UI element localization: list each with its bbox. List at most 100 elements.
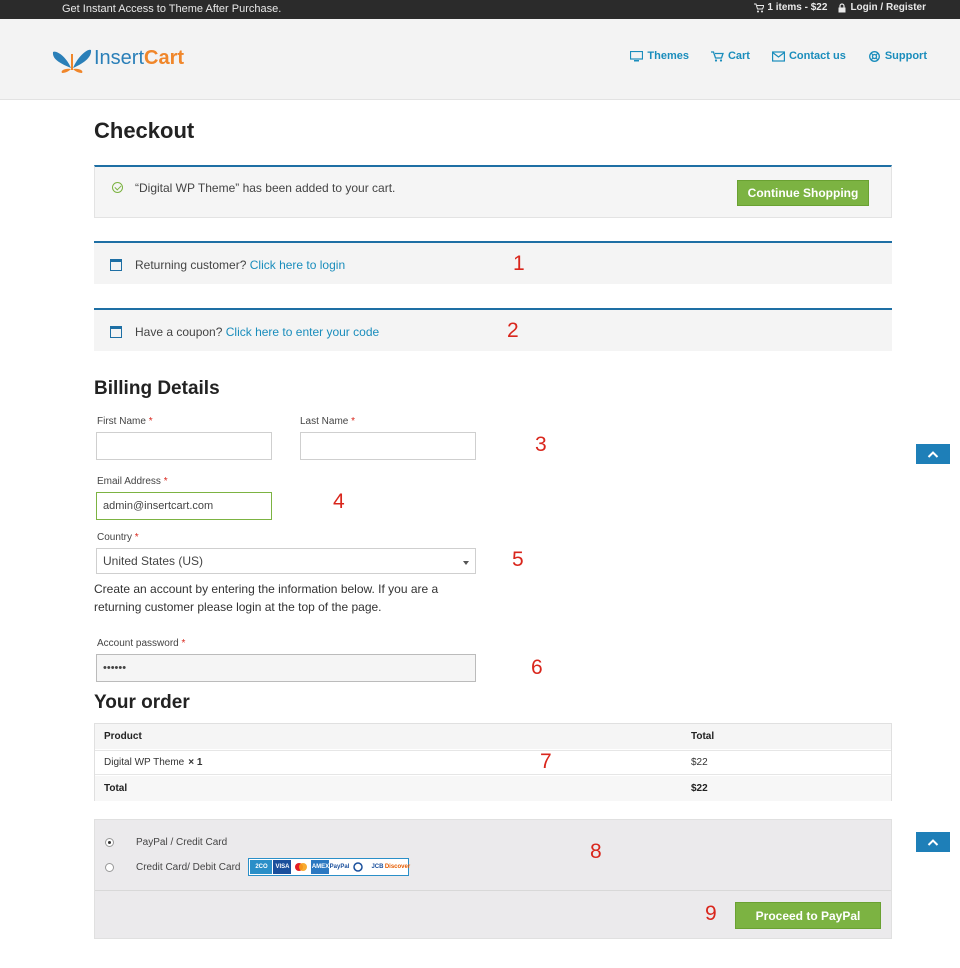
annotation-number: 9 bbox=[705, 902, 717, 925]
logo-text-cart: Cart bbox=[144, 46, 185, 69]
order-item-total: $22 bbox=[691, 757, 708, 768]
order-total-value: $22 bbox=[691, 783, 708, 794]
promo-text: Get Instant Access to Theme After Purcha… bbox=[62, 3, 282, 15]
chevron-up-icon bbox=[927, 839, 939, 846]
login-link[interactable]: Click here to login bbox=[250, 258, 345, 272]
country-select[interactable]: United States (US) bbox=[96, 548, 476, 574]
nav-item-support[interactable]: Support bbox=[868, 50, 927, 62]
login-register-label: Login / Register bbox=[850, 2, 926, 13]
site-logo[interactable]: InsertCart bbox=[52, 42, 184, 74]
order-item-qty: × 1 bbox=[188, 757, 203, 768]
nav-item-themes[interactable]: Themes bbox=[630, 50, 689, 62]
annotation-number: 3 bbox=[535, 433, 547, 456]
nav-label: Themes bbox=[647, 50, 689, 62]
create-account-help: Create an account by entering the inform… bbox=[94, 582, 439, 614]
proceed-to-paypal-button[interactable]: Proceed to PayPal bbox=[735, 902, 881, 929]
required-mark: * bbox=[181, 638, 186, 649]
top-bar-right: 1 items - $22 Login / Register bbox=[754, 2, 926, 13]
required-mark: * bbox=[134, 532, 139, 543]
jcb-logo-icon: JCB bbox=[368, 860, 387, 874]
nav-label: Contact us bbox=[788, 50, 846, 62]
annotation-number: 8 bbox=[590, 840, 602, 863]
mini-cart-link[interactable]: 1 items - $22 bbox=[754, 2, 827, 13]
country-label: Country * bbox=[97, 532, 139, 543]
lock-icon bbox=[838, 2, 846, 12]
password-label: Account password * bbox=[97, 638, 185, 649]
scroll-to-top-button[interactable] bbox=[916, 444, 950, 464]
lifebuoy-icon bbox=[868, 50, 880, 62]
order-total-row: Total $22 bbox=[95, 776, 891, 801]
first-name-input[interactable] bbox=[96, 432, 272, 460]
monitor-icon bbox=[630, 50, 644, 61]
cart-icon bbox=[754, 3, 765, 12]
password-label-text: Account password bbox=[97, 638, 179, 649]
paypal-logo-icon: PayPal bbox=[330, 860, 349, 874]
logo-text-insert: Insert bbox=[94, 46, 145, 69]
cart-added-notice: “Digital WP Theme” has been added to you… bbox=[94, 165, 892, 218]
visa-logo-icon: VISA bbox=[273, 860, 292, 874]
scroll-to-top-button[interactable] bbox=[916, 832, 950, 852]
last-name-label-text: Last Name bbox=[300, 416, 349, 427]
first-name-label: First Name * bbox=[97, 416, 153, 427]
first-name-label-text: First Name bbox=[97, 416, 146, 427]
calendar-icon bbox=[110, 259, 122, 271]
top-bar: Get Instant Access to Theme After Purcha… bbox=[0, 0, 960, 19]
order-table-header: Product Total bbox=[95, 724, 891, 749]
annotation-number: 1 bbox=[513, 252, 525, 275]
payment-radio-paypal[interactable] bbox=[105, 838, 114, 847]
payment-option-label: PayPal / Credit Card bbox=[136, 837, 228, 848]
email-label: Email Address * bbox=[97, 476, 168, 487]
payment-divider bbox=[95, 890, 891, 891]
country-label-text: Country bbox=[97, 532, 133, 543]
cart-added-message: “Digital WP Theme” has been added to you… bbox=[135, 181, 396, 195]
annotation-number: 6 bbox=[531, 656, 543, 679]
order-item-cell: Digital WP Theme × 1 bbox=[104, 757, 202, 768]
butterfly-logo-icon bbox=[52, 49, 92, 73]
order-item-name: Digital WP Theme bbox=[104, 757, 185, 768]
payment-radio-card[interactable] bbox=[105, 862, 114, 872]
2co-logo-icon: 2CO bbox=[250, 860, 273, 874]
check-circle-icon bbox=[112, 182, 123, 193]
login-register-link[interactable]: Login / Register bbox=[837, 2, 926, 13]
email-input[interactable]: admin@insertcart.com bbox=[96, 492, 272, 520]
cart-icon bbox=[710, 50, 724, 62]
nav-item-cart[interactable]: Cart bbox=[710, 50, 750, 62]
table-row: Digital WP Theme × 1 $22 bbox=[95, 750, 891, 775]
password-input[interactable]: •••••• bbox=[96, 654, 476, 682]
nav-label: Support bbox=[884, 50, 927, 62]
required-mark: * bbox=[351, 416, 356, 427]
payment-option-card[interactable]: Credit Card/ Debit Card 2CO VISA AMEX Pa… bbox=[105, 858, 410, 876]
annotation-number: 4 bbox=[333, 490, 345, 513]
diners-logo-icon bbox=[349, 860, 368, 874]
order-table: Product Total Digital WP Theme × 1 $22 To… bbox=[94, 723, 892, 801]
payment-option-label: Credit Card/ Debit Card bbox=[136, 861, 241, 873]
annotation-number: 7 bbox=[540, 750, 552, 773]
annotation-number: 2 bbox=[507, 319, 519, 342]
returning-customer-notice: Returning customer? Click here to login bbox=[94, 241, 892, 284]
last-name-input[interactable] bbox=[300, 432, 476, 460]
coupon-label: Have a coupon? bbox=[135, 325, 223, 339]
continue-shopping-button[interactable]: Continue Shopping bbox=[737, 180, 869, 206]
your-order-title: Your order bbox=[94, 692, 190, 713]
order-total-label: Total bbox=[104, 783, 128, 794]
nav-label: Cart bbox=[727, 50, 750, 62]
payment-option-paypal[interactable]: PayPal / Credit Card bbox=[105, 837, 227, 848]
chevron-down-icon bbox=[463, 561, 469, 565]
nav-item-contact[interactable]: Contact us bbox=[771, 50, 846, 62]
mastercard-logo-icon bbox=[292, 860, 311, 874]
required-mark: * bbox=[148, 416, 153, 427]
required-mark: * bbox=[163, 476, 168, 487]
billing-title: Billing Details bbox=[94, 378, 220, 399]
envelope-icon bbox=[771, 50, 785, 62]
email-label-text: Email Address bbox=[97, 476, 161, 487]
chevron-up-icon bbox=[927, 451, 939, 458]
main-nav: Themes Cart Contact us Support bbox=[630, 50, 927, 62]
annotation-number: 5 bbox=[512, 548, 524, 571]
discover-logo-icon: Discover bbox=[385, 860, 410, 874]
returning-customer-text: Returning customer? Click here to login bbox=[135, 258, 345, 272]
page-title: Checkout bbox=[94, 118, 195, 143]
coupon-notice: Have a coupon? Click here to enter your … bbox=[94, 308, 892, 351]
coupon-link[interactable]: Click here to enter your code bbox=[226, 325, 379, 339]
amex-logo-icon: AMEX bbox=[311, 860, 330, 874]
mini-cart-summary: 1 items - $22 bbox=[767, 2, 828, 13]
